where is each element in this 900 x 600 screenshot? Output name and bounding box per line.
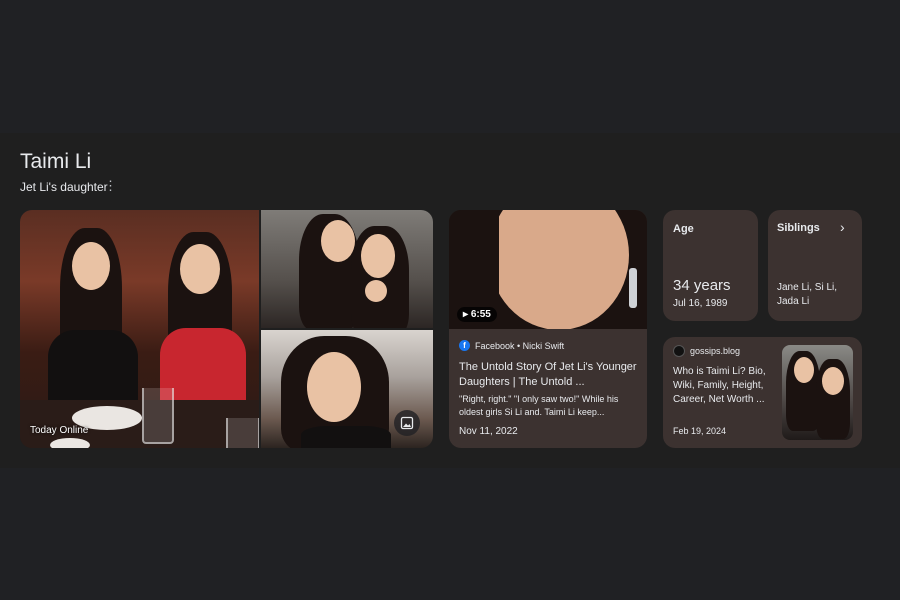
- image-icon[interactable]: [394, 410, 420, 436]
- age-value: 34 years: [673, 277, 731, 294]
- video-source: f Facebook • Nicki Swift: [459, 340, 564, 351]
- siblings-value: Jane Li, Si Li, Jada Li: [777, 282, 838, 307]
- photo-caption: Today Online: [30, 425, 89, 436]
- main-photo[interactable]: [20, 210, 259, 448]
- site-favicon-icon: [673, 345, 685, 357]
- video-duration: ▸ 6:55: [457, 307, 497, 322]
- more-vert-icon[interactable]: ⋮: [104, 178, 117, 194]
- article-date: Feb 19, 2024: [673, 426, 727, 436]
- age-card[interactable]: Age 34 years Jul 16, 1989: [663, 210, 758, 321]
- article-card[interactable]: gossips.blog Who is Taimi Li? Bio, Wiki,…: [663, 337, 862, 448]
- chevron-right-icon[interactable]: ›: [840, 219, 845, 235]
- age-label: Age: [673, 223, 694, 235]
- siblings-label: Siblings: [777, 222, 820, 234]
- photo-two-sisters[interactable]: [261, 210, 433, 328]
- entity-title: Taimi Li: [20, 150, 92, 173]
- article-source: gossips.blog: [673, 345, 740, 357]
- video-source-label: Facebook • Nicki Swift: [475, 340, 565, 351]
- article-source-label: gossips.blog: [690, 346, 741, 356]
- video-date: Nov 11, 2022: [459, 426, 518, 437]
- facebook-icon: f: [459, 340, 470, 351]
- article-title[interactable]: Who is Taimi Li? Bio, Wiki, Family, Heig…: [673, 365, 777, 407]
- birth-date: Jul 16, 1989: [673, 298, 728, 309]
- video-title[interactable]: The Untold Story Of Jet Li's Younger Dau…: [459, 360, 639, 390]
- siblings-card[interactable]: Siblings › Jane Li, Si Li, Jada Li: [768, 210, 862, 321]
- video-snippet: "Right, right." "I only saw two!" While …: [459, 394, 619, 417]
- article-thumbnail[interactable]: [782, 345, 853, 440]
- entity-description: Jet Li's daughter: [20, 180, 108, 194]
